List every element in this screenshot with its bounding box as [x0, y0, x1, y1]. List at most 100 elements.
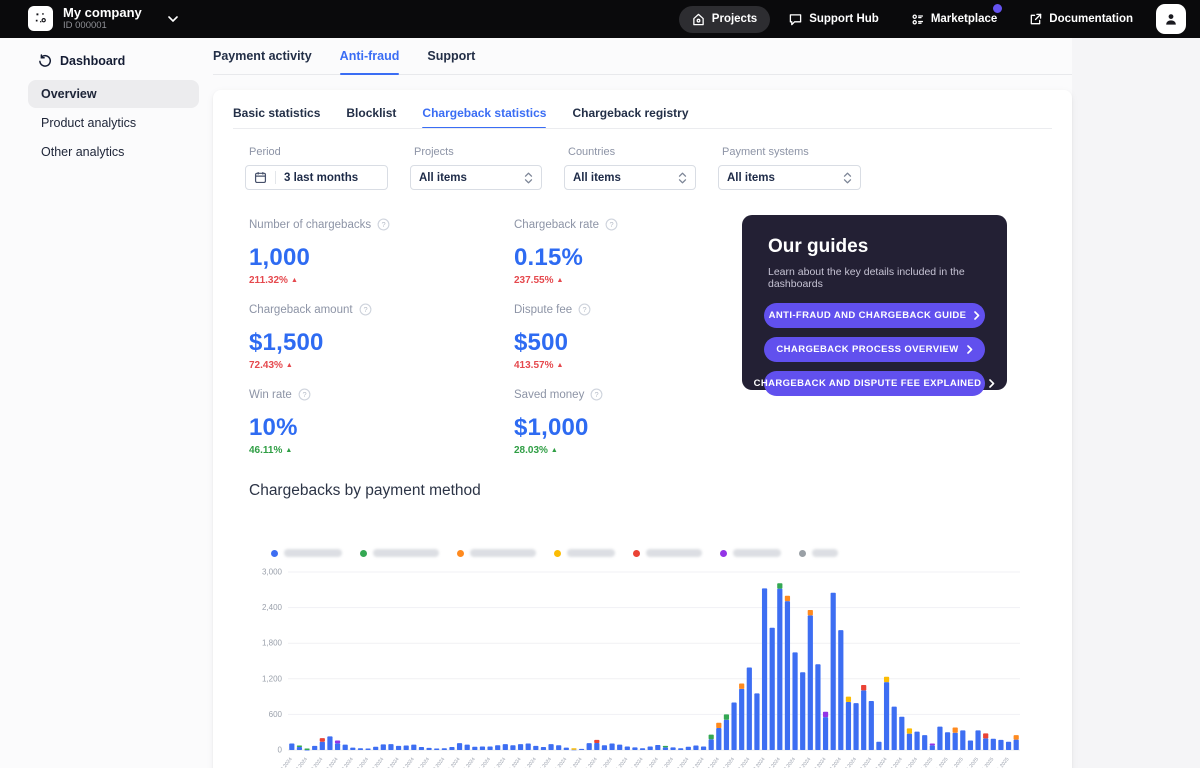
sidebar-item-overview[interactable]: Overview — [28, 80, 199, 108]
chevron-down-icon[interactable] — [168, 16, 178, 22]
select-field[interactable]: All items — [564, 165, 696, 190]
stat-change: 237.55%▲ — [514, 275, 618, 286]
stat-label-text: Dispute fee — [514, 304, 572, 316]
legend-label-redacted — [646, 549, 702, 557]
legend-item-7[interactable] — [799, 549, 838, 557]
page-background — [1072, 38, 1200, 768]
stat-label-text: Saved money — [514, 389, 584, 401]
stat-change: 413.57%▲ — [514, 360, 618, 371]
content-card: Basic statistics Blocklist Chargeback stat… — [213, 90, 1072, 768]
guide-button-label: CHARGEBACK AND DISPUTE FEE EXPLAINED — [754, 378, 982, 389]
stat-value: 10% — [249, 414, 514, 442]
legend-dot — [799, 550, 806, 557]
guide-button-2[interactable]: CHARGEBACK PROCESS OVERVIEW — [764, 337, 985, 362]
stat-change: 72.43%▲ — [249, 360, 514, 371]
nav-button-documentation[interactable]: Documentation — [1016, 6, 1146, 33]
nav-label: Projects — [712, 13, 757, 25]
legend-dot — [457, 550, 464, 557]
stats-grid: Number of chargebacks?1,000211.32%▲Charg… — [249, 218, 618, 456]
date-range-field[interactable]: 3 last months — [245, 165, 388, 190]
guide-button-label: ANTI-FRAUD AND CHARGEBACK GUIDE — [769, 310, 967, 321]
sidebar-section-label: Dashboard — [60, 54, 125, 68]
sidebar-item-dashboard[interactable]: Dashboard — [0, 47, 213, 75]
sidebar-items: OverviewProduct analyticsOther analytics — [0, 80, 213, 166]
guide-button-3[interactable]: CHARGEBACK AND DISPUTE FEE EXPLAINED — [764, 371, 985, 396]
select-field[interactable]: All items — [718, 165, 861, 190]
help-icon[interactable]: ? — [359, 303, 372, 316]
help-icon[interactable]: ? — [590, 388, 603, 401]
store-icon — [911, 13, 924, 26]
stat-label: Dispute fee? — [514, 303, 618, 316]
nav-button-support-hub[interactable]: Support Hub — [776, 6, 892, 33]
stat-value: 1,000 — [249, 244, 514, 272]
stat-value: $1,000 — [514, 414, 618, 442]
company-name: My company — [63, 6, 142, 21]
legend-dot — [360, 550, 367, 557]
stat-label-text: Chargeback rate — [514, 219, 599, 231]
stat-saved-money: Saved money? $1,000 28.03%▲ — [514, 388, 618, 456]
legend-label-redacted — [567, 549, 615, 557]
legend-item-3[interactable] — [457, 549, 536, 557]
select-field[interactable]: All items — [410, 165, 542, 190]
help-icon[interactable]: ? — [298, 388, 311, 401]
filters-row: Period3 last monthsProjectsAll itemsCoun… — [245, 146, 861, 190]
chart-canvas: 06001,2001,8002,4003,00010.10.202412.10.… — [245, 565, 1060, 768]
legend-label-redacted — [733, 549, 781, 557]
trend-up-icon: ▲ — [556, 277, 563, 284]
filter-label: Period — [249, 146, 388, 158]
chart-legend — [271, 549, 838, 557]
select-arrows-icon — [524, 172, 533, 184]
stat-label: Saved money? — [514, 388, 618, 401]
account-button[interactable] — [1156, 4, 1186, 34]
top-bar: My company ID 000001 Projects Support Hub… — [0, 0, 1200, 38]
help-icon[interactable]: ? — [377, 218, 390, 231]
divider — [275, 171, 276, 184]
nav-button-projects[interactable]: Projects — [679, 6, 770, 33]
tab-anti-fraud[interactable]: Anti-fraud — [340, 38, 400, 74]
stat-dispute-fee: Dispute fee?$500413.57%▲ — [514, 303, 618, 371]
nav-button-marketplace[interactable]: Marketplace — [898, 6, 1010, 33]
stat-change: 46.11%▲ — [249, 445, 514, 456]
calendar-icon — [254, 171, 267, 184]
subtab-chargeback-statistics[interactable]: Chargeback statistics — [422, 98, 546, 128]
stat-value: $1,500 — [249, 329, 514, 357]
tab-payment-activity[interactable]: Payment activity — [213, 38, 312, 74]
help-icon[interactable]: ? — [578, 303, 591, 316]
company-logo — [28, 6, 53, 31]
company-id: ID 000001 — [63, 21, 142, 32]
svg-text:1,800: 1,800 — [262, 639, 283, 648]
nav-label: Documentation — [1049, 13, 1133, 25]
stat-win-rate: Win rate?10%46.11%▲ — [249, 388, 514, 456]
trend-up-icon: ▲ — [551, 447, 558, 454]
legend-item-5[interactable] — [633, 549, 702, 557]
legend-item-6[interactable] — [720, 549, 781, 557]
sub-tabs: Basic statistics Blocklist Chargeback stat… — [233, 98, 689, 128]
svg-text:0: 0 — [278, 746, 283, 755]
subtab-blocklist[interactable]: Blocklist — [346, 98, 396, 128]
external-link-icon — [1029, 13, 1042, 26]
subtab-chargeback-registry[interactable]: Chargeback registry — [572, 98, 688, 128]
help-icon[interactable]: ? — [605, 218, 618, 231]
tab-support[interactable]: Support — [427, 38, 475, 74]
company-switcher[interactable]: My company ID 000001 — [28, 6, 178, 32]
stat-value: 0.15% — [514, 244, 618, 272]
stat-change-text: 237.55% — [514, 275, 553, 286]
stat-label: Number of chargebacks? — [249, 218, 514, 231]
legend-item-4[interactable] — [554, 549, 615, 557]
filter-label: Projects — [414, 146, 542, 158]
stat-change-text: 28.03% — [514, 445, 548, 456]
trend-up-icon: ▲ — [556, 362, 563, 369]
subtab-basic-statistics[interactable]: Basic statistics — [233, 98, 320, 128]
legend-dot — [554, 550, 561, 557]
sidebar-item-other-analytics[interactable]: Other analytics — [28, 138, 199, 166]
legend-item-1[interactable] — [271, 549, 342, 557]
guide-button-1[interactable]: ANTI-FRAUD AND CHARGEBACK GUIDE — [764, 303, 985, 328]
legend-item-2[interactable] — [360, 549, 439, 557]
stat-chargeback-rate: Chargeback rate? 0.15% 237.55%▲ — [514, 218, 618, 286]
sidebar-item-product-analytics[interactable]: Product analytics — [28, 109, 199, 137]
stat-change-text: 211.32% — [249, 275, 288, 286]
legend-label-redacted — [284, 549, 342, 557]
guide-button-label: CHARGEBACK PROCESS OVERVIEW — [776, 344, 958, 355]
svg-text:?: ? — [595, 390, 599, 399]
nav-label: Marketplace — [931, 13, 997, 25]
